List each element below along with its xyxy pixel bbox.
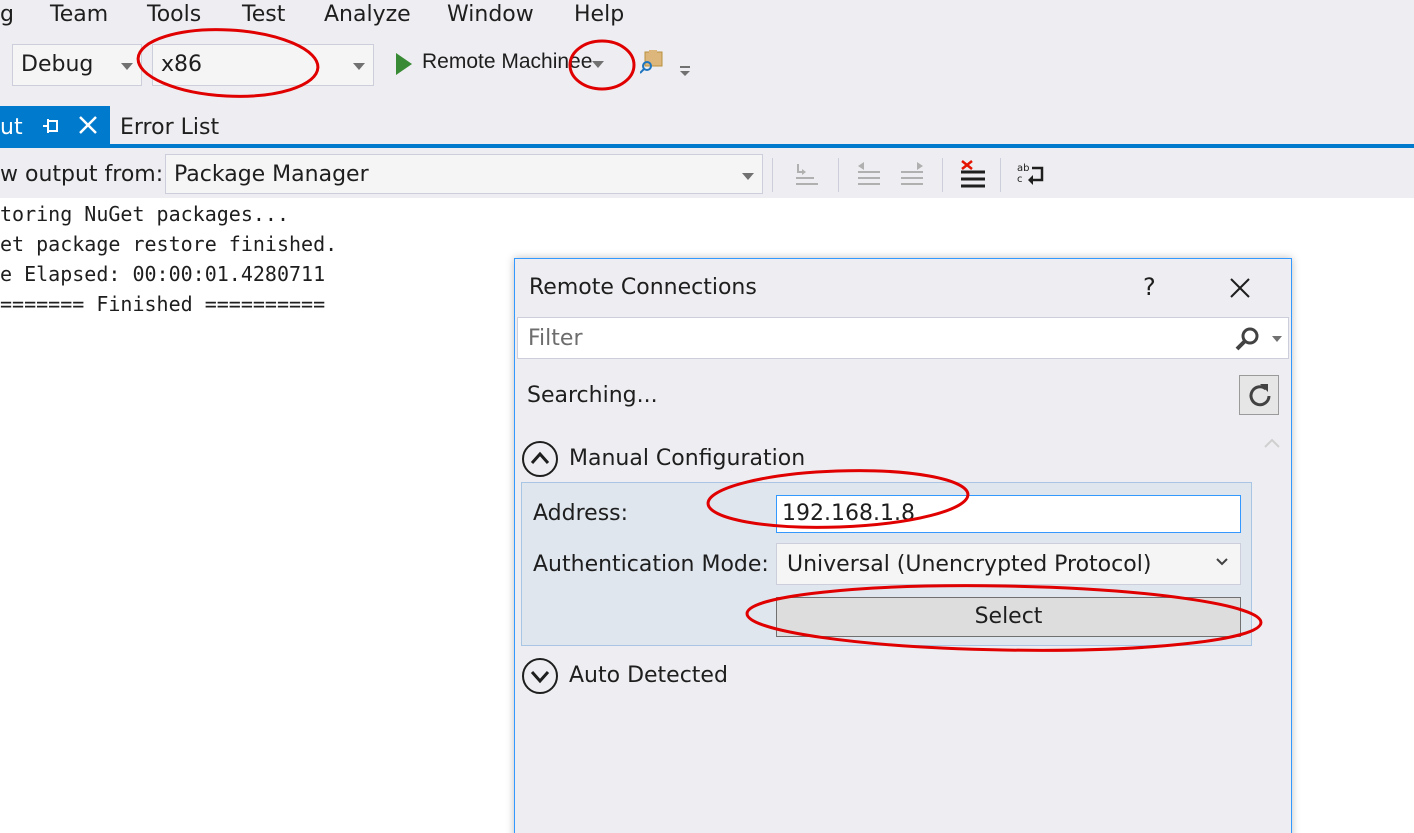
- chevron-down-icon: [522, 658, 558, 694]
- menu-help[interactable]: Help: [574, 2, 624, 27]
- search-icon[interactable]: [1234, 326, 1260, 352]
- dialog-title: Remote Connections: [529, 275, 757, 300]
- show-output-from-label: w output from:: [0, 162, 164, 187]
- search-status: Searching...: [527, 383, 658, 408]
- run-target-label: Remote Machinee: [422, 50, 593, 73]
- authentication-mode-value: Universal (Unencrypted Protocol): [787, 552, 1152, 577]
- tool-window-tabs: ut Error List: [0, 106, 1414, 148]
- chevron-down-icon: [1216, 558, 1228, 566]
- start-debugging-button[interactable]: Remote Machinee: [390, 44, 630, 84]
- refresh-icon: [1249, 384, 1271, 407]
- toolbar-overflow-icon[interactable]: [678, 64, 692, 78]
- find-message-icon[interactable]: [792, 160, 822, 190]
- manual-configuration-panel: Address: 192.168.1.8 Authentication Mode…: [521, 482, 1252, 646]
- separator: [1000, 158, 1001, 192]
- menu-analyze[interactable]: Analyze: [324, 2, 411, 27]
- separator: [942, 158, 943, 192]
- close-icon[interactable]: [1227, 275, 1253, 301]
- output-source-value: Package Manager: [174, 162, 369, 187]
- svg-text:c: c: [1017, 174, 1023, 185]
- configuration-value: Debug: [21, 52, 94, 77]
- output-source-dropdown[interactable]: Package Manager: [165, 154, 763, 194]
- filter-box: [517, 317, 1289, 359]
- menu-team[interactable]: Team: [50, 2, 108, 27]
- run-target-dropdown-icon[interactable]: [592, 61, 604, 68]
- tab-output-label: ut: [0, 115, 23, 140]
- chevron-up-icon: [522, 441, 558, 477]
- menu-bar: g Team Tools Test Analyze Window Help: [0, 0, 1414, 34]
- address-input[interactable]: 192.168.1.8: [776, 495, 1241, 533]
- separator: [772, 158, 773, 192]
- platform-value: x86: [161, 52, 203, 77]
- filter-input[interactable]: [518, 318, 1218, 358]
- authentication-mode-label: Authentication Mode:: [533, 552, 769, 577]
- refresh-button[interactable]: [1239, 375, 1279, 415]
- word-wrap-icon[interactable]: ab c: [1016, 160, 1046, 190]
- output-line: e Elapsed: 00:00:01.4280711: [0, 262, 326, 286]
- menu-test[interactable]: Test: [242, 2, 285, 27]
- menu-tools[interactable]: Tools: [147, 2, 201, 27]
- remote-connections-dialog: Remote Connections ? Searching... Manual…: [514, 258, 1292, 833]
- platform-dropdown[interactable]: x86: [152, 44, 374, 86]
- menu-window[interactable]: Window: [447, 2, 534, 27]
- tab-error-list[interactable]: Error List: [120, 115, 219, 140]
- folder-search-icon[interactable]: [640, 50, 664, 74]
- dropdown-arrow-icon: [353, 63, 365, 70]
- previous-message-icon[interactable]: [854, 160, 884, 190]
- next-message-icon[interactable]: [897, 160, 927, 190]
- svg-text:ab: ab: [1017, 163, 1029, 174]
- authentication-mode-select[interactable]: Universal (Unencrypted Protocol): [776, 543, 1241, 585]
- auto-detected-label: Auto Detected: [569, 663, 728, 688]
- dropdown-arrow-icon: [121, 63, 133, 70]
- manual-configuration-label: Manual Configuration: [569, 446, 806, 471]
- address-label: Address:: [533, 501, 629, 526]
- menu-debug[interactable]: g: [0, 2, 14, 27]
- standard-toolbar: Debug x86 Remote Machinee: [0, 34, 1414, 98]
- play-icon: [396, 53, 412, 75]
- tab-output[interactable]: ut: [0, 106, 110, 144]
- select-button[interactable]: Select: [776, 597, 1241, 637]
- clear-all-icon[interactable]: [958, 160, 988, 190]
- configuration-dropdown[interactable]: Debug: [12, 44, 142, 86]
- close-icon[interactable]: [78, 115, 98, 135]
- output-line: toring NuGet packages...: [0, 202, 289, 226]
- output-line: ======= Finished ==========: [0, 292, 326, 316]
- output-toolbar: w output from: Package Manager ab c: [0, 152, 1414, 198]
- help-button[interactable]: ?: [1143, 273, 1156, 301]
- separator: [838, 158, 839, 192]
- scroll-up-icon[interactable]: [1263, 437, 1281, 449]
- dropdown-arrow-icon: [742, 173, 754, 180]
- search-options-arrow-icon[interactable]: [1272, 336, 1282, 342]
- pin-icon[interactable]: [42, 118, 60, 134]
- output-line: et package restore finished.: [0, 232, 338, 256]
